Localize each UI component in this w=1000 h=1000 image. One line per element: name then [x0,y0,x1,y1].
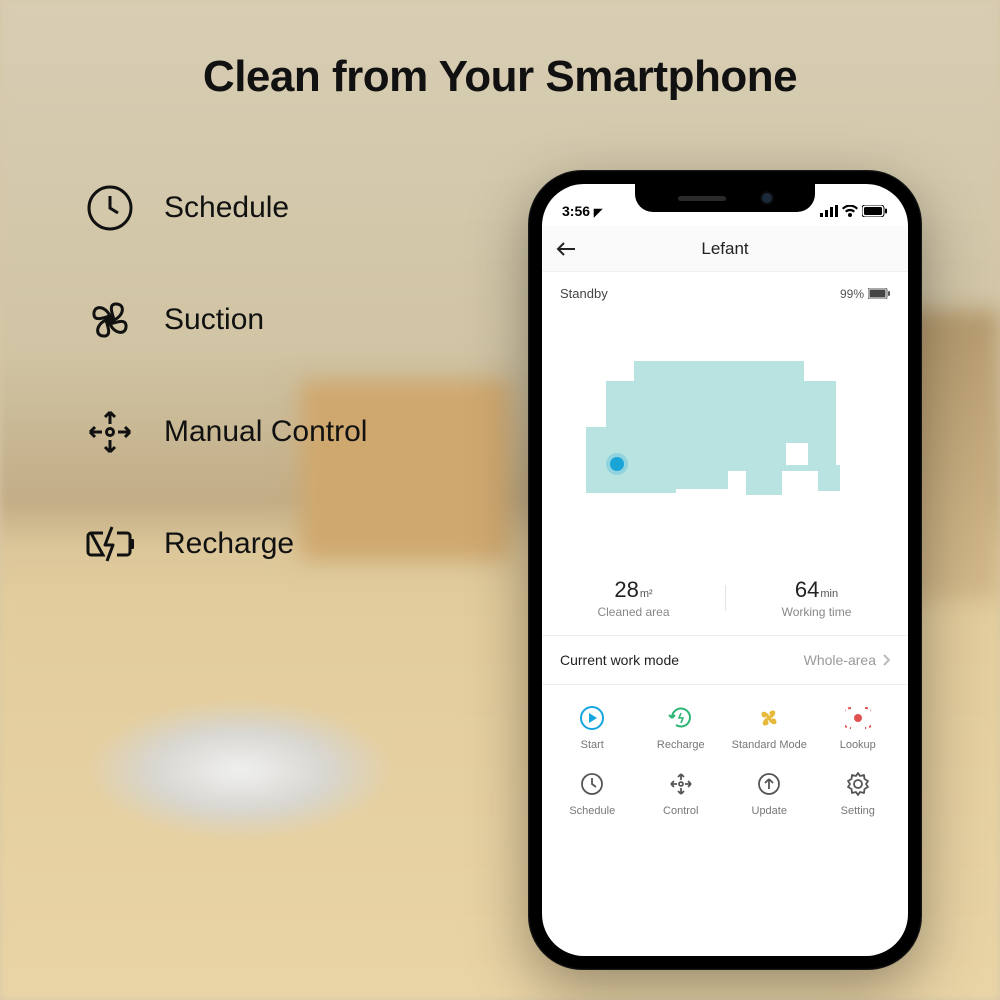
action-lookup[interactable]: Lookup [814,703,903,751]
back-button[interactable] [556,241,576,257]
action-recharge[interactable]: Recharge [637,703,726,751]
app-title: Lefant [701,239,748,259]
wifi-icon [842,205,858,217]
device-battery: 99% [840,287,890,301]
app-header: Lefant [542,226,908,272]
feature-label: Suction [164,303,264,337]
feature-label: Schedule [164,191,289,225]
headline: Clean from Your Smartphone [0,52,1000,102]
stat-working-time: 64min Working time [725,577,908,619]
stat-cleaned-area: 28m² Cleaned area [542,577,725,619]
robot-position-dot [610,457,624,471]
room-map[interactable] [542,307,908,567]
battery-charge-icon [82,516,138,572]
feature-label: Recharge [164,527,294,561]
battery-icon [862,205,888,217]
work-mode-label: Current work mode [560,652,679,668]
lookup-icon [843,703,873,733]
stats-row: 28m² Cleaned area 64min Working time [542,567,908,635]
status-time: 3:56 ◤ [562,203,602,219]
play-icon [577,703,607,733]
update-icon [754,769,784,799]
fan-small-icon [754,703,784,733]
feature-label: Manual Control [164,415,367,449]
fan-icon [82,292,138,348]
work-mode-value: Whole-area [804,652,890,668]
clock-icon [82,180,138,236]
action-grid: Start Recharge Standard Mode Lookup [542,684,908,827]
feature-recharge: Recharge [82,516,367,572]
action-standard-mode[interactable]: Standard Mode [725,703,814,751]
phone-mockup: 3:56 ◤ [528,170,922,970]
device-status-row: Standby 99% [542,272,908,307]
clock-small-icon [577,769,607,799]
action-update[interactable]: Update [725,769,814,817]
phone-notch [635,184,815,212]
action-setting[interactable]: Setting [814,769,903,817]
feature-list: Schedule Suction Manual Control [82,180,367,572]
status-icons [820,205,888,217]
recharge-icon [666,703,696,733]
action-control[interactable]: Control [637,769,726,817]
work-mode-row[interactable]: Current work mode Whole-area [542,635,908,684]
action-start[interactable]: Start [548,703,637,751]
signal-icon [820,205,838,217]
move-small-icon [666,769,696,799]
feature-schedule: Schedule [82,180,367,236]
phone-screen: 3:56 ◤ [542,184,908,956]
chevron-right-icon [882,654,890,666]
arrows-move-icon [82,404,138,460]
feature-suction: Suction [82,292,367,348]
device-status: Standby [560,286,608,301]
feature-manual-control: Manual Control [82,404,367,460]
gear-icon [843,769,873,799]
action-schedule[interactable]: Schedule [548,769,637,817]
